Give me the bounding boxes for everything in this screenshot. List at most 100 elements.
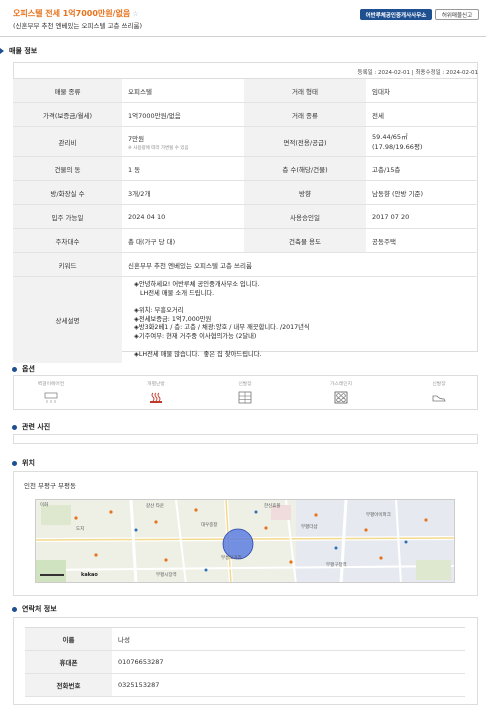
heating-icon [150,392,162,403]
report-false-listing-button[interactable]: 허위매물신고 [435,9,479,20]
table-row: 키워드 신혼부부 추천 엔베있는 오피스텔 고층 쓰리룸 [13,253,478,277]
options-panel: 벽걸이에어컨 개별난방 신발장 가스레인지 신발장 [13,375,478,410]
option-label: 신발장 [238,382,252,387]
row-label: 건물의 동 [13,157,122,180]
option-item: 가스레인지 [316,380,366,406]
reg-dates: 등록일 : 2024-02-01 | 최종수정일 : 2024-02-01 [357,70,478,76]
property-info-heading: 매물 정보 [0,46,37,56]
contact-row-name: 이름 나성 [25,628,465,651]
map-label: 부흥오거리 [221,556,242,561]
kakao-map-logo: kakao [81,572,98,578]
aircon-icon [44,392,58,403]
maintenance-note: ※ 사용량에 따라 가변될 수 있음 [128,145,189,151]
option-label: 신발장 [432,382,446,387]
row-label: 관리비 [13,127,122,156]
description-line [134,298,478,307]
listing-title: 오피스텔 전세 1억7000만원/없음 ☆ [13,9,139,18]
description-line [134,342,478,351]
row-label: 방/화장실 수 [13,181,122,204]
location-heading: 위치 [12,458,35,468]
row-label: 방향 [244,181,366,204]
contact-row-mobile: 휴대폰 01076653287 [25,651,465,674]
option-item: 신발장 [414,380,464,406]
description-line: ◈위치: 부흥오거리 [134,307,184,315]
row-label: 면적(전용/공급) [244,127,366,156]
gas-range-icon [334,391,348,404]
map-label: 이화 [40,503,49,508]
row-label: 층 수(해당/건물) [244,157,366,180]
address-text: 인천 부평구 부평동 [24,482,76,490]
contact-value[interactable]: 01076653287 [112,651,164,673]
row-label: 상세설명 [13,277,122,363]
maintenance-fee: 7만원 [128,134,145,143]
map-label: 부평더샵 [301,525,318,530]
option-item: 신발장 [220,380,270,406]
property-info-table: 매물 종류 오피스텔 거래 형태 임대차 가격(보증금/월세) 1억7000만원… [13,78,478,363]
table-row: 주차대수 총 대(가구 당 대) 건축물 용도 공동주택 [13,229,478,253]
description-line: ◈안녕하세요! 어반루체 공인중개사무소 입니다. [134,281,260,288]
map-label: 대우중창 [201,523,218,528]
description-lines: ◈안녕하세요! 어반루체 공인중개사무소 입니다. LH전세 매물 소개 드립니… [122,277,478,359]
row-label: 거래 형태 [244,79,366,102]
map-label: 부평구청역 [326,563,347,568]
description-line: ◈기주여부: 현재 거주중 이사협의가능 (2달내) [134,333,257,341]
description-line: ◈LH전세 매물 많습니다. 좋은 집 찾아드립니다. [134,350,262,358]
office-button[interactable]: 어반루체공인중개사사무소 [360,9,432,20]
table-row: 매물 종류 오피스텔 거래 형태 임대차 [13,79,478,103]
contact-label: 이름 [25,628,112,650]
table-row: 가격(보증금/월세) 1억7000만원/없음 거래 종류 전세 [13,103,478,127]
row-label: 사용승인일 [244,205,366,228]
map-label: 한신휴폴 [264,504,281,509]
description-line: LH전세 매물 소개 드립니다. [134,289,215,297]
shoes-icon [432,395,446,402]
option-label: 가스레인지 [329,382,353,387]
table-row: 건물의 동 1 동 층 수(해당/건물) 고층/15층 [13,157,478,181]
row-value: 공동주택 [372,237,396,246]
option-label: 개별난방 [147,382,165,387]
header-divider [0,36,486,37]
map-label: 부평시장역 [156,573,177,578]
row-value: 3개/2개 [128,189,151,198]
section-dot-icon [12,424,17,430]
map-view[interactable]: 이화 도지 갈산 타운 대우중창 한신휴폴 부평더샵 부흥오거리 부평구청역 부평아이파크 부평시… [35,499,455,583]
contact-heading: 연락처 정보 [12,604,57,614]
row-label: 입주 가능일 [13,205,122,228]
listing-subtitle: (신혼부부 추천 엔베있는 오피스텔 고층 쓰리룸) [13,22,143,30]
section-dot-icon [12,366,17,372]
contact-row-phone: 전화번호 0325153287 [25,674,465,697]
row-value: 7만원 ※ 사용량에 따라 가변될 수 있음 [122,127,244,156]
shoe-cabinet-icon [238,391,252,404]
area-m2: 59.44/65㎡ [372,132,408,141]
option-label: 벽걸이에어컨 [37,382,65,387]
row-label: 매물 종류 [13,79,122,102]
table-row: 입주 가능일 2024 04 10 사용승인일 2017 07 20 [13,205,478,229]
contact-value[interactable]: 0325153287 [112,674,159,696]
detail-description: ◈안녕하세요! 어반루체 공인중개사무소 입니다. LH전세 매물 소개 드립니… [122,277,478,363]
row-value: 2024 04 10 [128,212,166,221]
options-heading: 옵션 [12,364,35,374]
row-value: 59.44/65㎡ (17.98/19.66평) [366,127,478,156]
row-label: 거래 종류 [244,103,366,126]
keyword-value: 신혼부부 추천 엔베있는 오피스텔 고층 쓰리룸 [128,261,252,270]
row-label: 가격(보증금/월세) [13,103,122,126]
table-row: 상세설명 ◈안녕하세요! 어반루체 공인중개사무소 입니다. LH전세 매물 소… [13,277,478,363]
section-dot-icon [12,606,17,612]
row-label: 건축물 용도 [244,229,366,252]
favorite-star-icon[interactable]: ☆ [132,10,138,18]
row-label: 주차대수 [13,229,122,252]
contact-value: 나성 [118,636,130,644]
row-value: 남동향 (안방 기준) [372,189,424,198]
map-label: 도지 [76,527,85,532]
option-item: 개별난방 [131,380,181,406]
contact-label: 전화번호 [25,674,112,696]
row-value: 고층/15층 [372,165,401,174]
table-row: 관리비 7만원 ※ 사용량에 따라 가변될 수 있음 면적(전용/공급) 59.… [13,127,478,157]
row-value: 오피스텔 [128,87,152,96]
contact-label: 휴대폰 [25,651,112,673]
section-dot-icon [12,460,17,466]
row-value: 임대차 [372,87,390,96]
map-label: 부평아이파크 [366,513,391,518]
photos-heading: 관련 사진 [12,422,50,432]
table-row: 방/화장실 수 3개/2개 방향 남동향 (안방 기준) [13,181,478,205]
row-value: 총 대(가구 당 대) [128,237,176,246]
